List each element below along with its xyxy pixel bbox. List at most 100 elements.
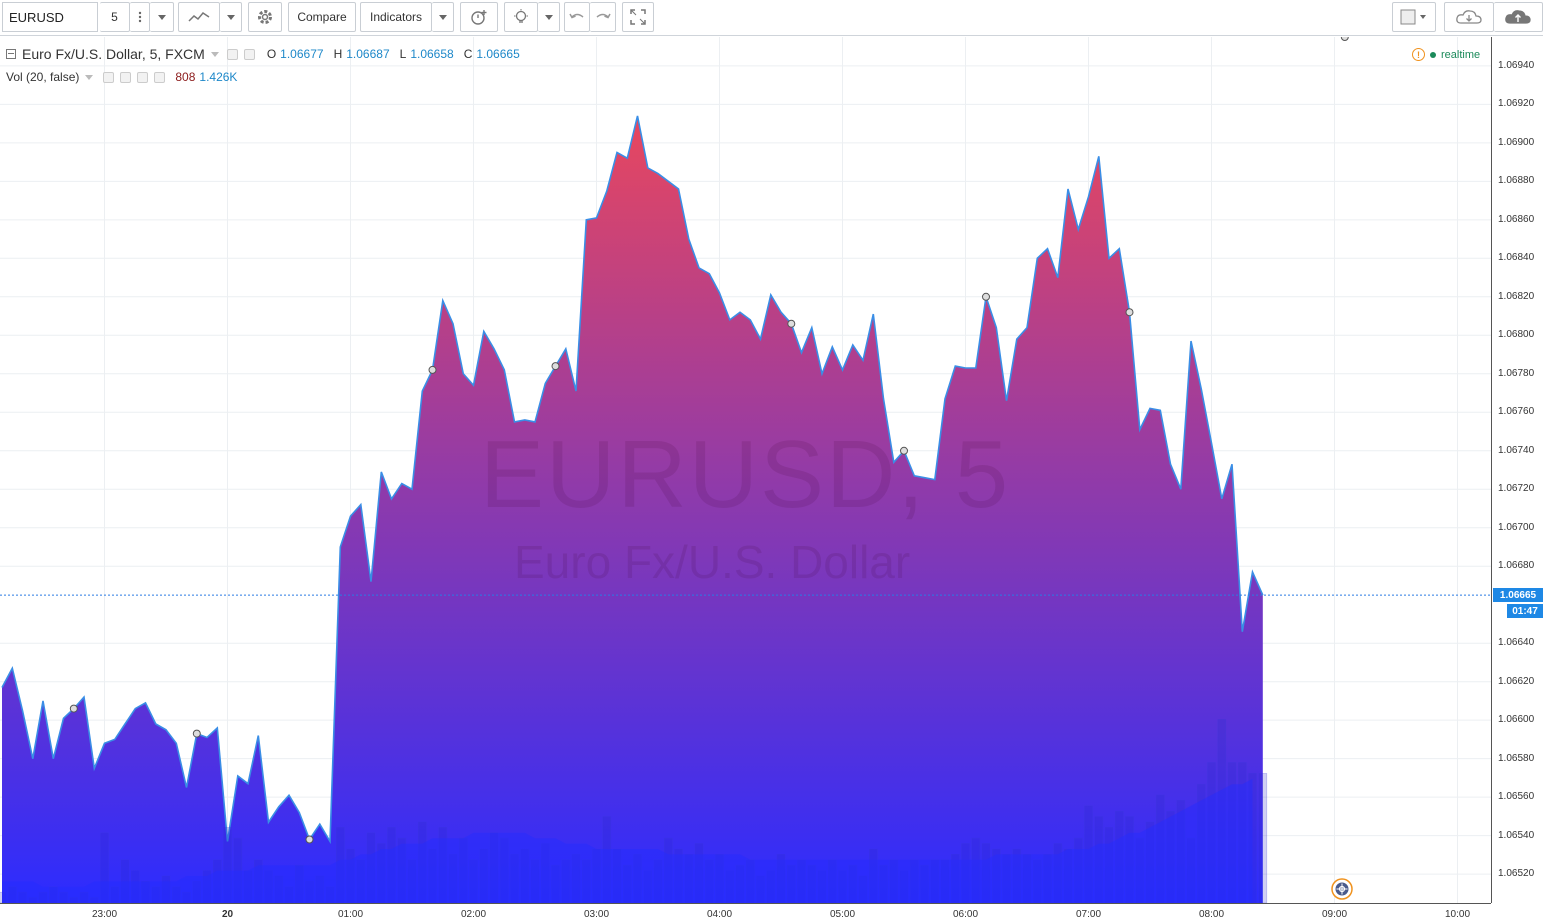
layout-button[interactable] [1392,2,1436,32]
chart-pane[interactable]: EURUSD, 5 Euro Fx/U.S. Dollar [0,37,1491,903]
description-watermark: Euro Fx/U.S. Dollar [514,536,911,588]
cloud-upload-icon [1505,10,1531,24]
price-tick-label: 1.06580 [1498,752,1535,764]
realtime-status: ! realtime [1412,48,1480,61]
volume-title[interactable]: Vol (20, false) [6,70,79,84]
interval-dropdown-button[interactable] [150,2,174,32]
more-icon[interactable] [137,71,149,83]
chart-style-button[interactable] [178,2,220,32]
price-tick-label: 1.06620 [1498,675,1535,687]
price-tick-label: 1.06940 [1498,59,1535,71]
fullscreen-icon [630,9,646,25]
close-label: C [463,47,473,61]
settings-small-icon[interactable] [120,71,132,83]
idea-icon [514,9,528,23]
price-tick-label: 1.06860 [1498,213,1535,225]
indicators-dropdown[interactable] [432,2,454,32]
time-tick-label: 04:00 [706,909,733,920]
redo-button[interactable] [590,2,616,32]
chevron-down-icon[interactable] [210,51,219,57]
event-marker[interactable] [787,319,796,328]
goto-realtime-button[interactable] [1331,878,1353,900]
time-tick-label: 01:00 [337,909,364,920]
time-tick-label: 07:00 [1075,909,1102,920]
layout-icon [1400,9,1426,25]
event-marker[interactable] [428,365,437,374]
chart-style-icon [188,12,210,22]
series-title[interactable]: Euro Fx/U.S. Dollar, 5, FXCM [22,46,205,62]
time-tick-label: 08:00 [1198,909,1225,920]
save-layout-button[interactable] [1494,2,1543,32]
price-tick-label: 1.06720 [1498,483,1535,495]
chevron-down-icon[interactable] [85,74,94,80]
event-marker[interactable] [305,835,314,844]
goto-realtime-icon [1331,878,1353,900]
warning-icon[interactable]: ! [1412,48,1425,61]
collapse-icon[interactable] [6,49,16,59]
time-scale[interactable]: 23:00 20 01:00 02:00 03:00 04:00 05:00 06:00 07:… [0,903,1491,923]
time-tick-label: 09:00 [1321,909,1348,920]
event-marker[interactable] [982,292,990,301]
time-tick-label: 03:00 [583,909,610,920]
price-tick-label: 1.06900 [1498,136,1535,148]
symbol-watermark: EURUSD, 5 [480,421,1011,528]
eye-icon[interactable] [103,71,115,83]
time-tick-label: 05:00 [829,909,856,920]
indicators-button[interactable]: Indicators [360,2,432,32]
main-series-legend[interactable]: Euro Fx/U.S. Dollar, 5, FXCM O 1.06677 H… [6,46,520,62]
price-tick-label: 1.06560 [1498,791,1535,803]
price-tick-label: 1.06780 [1498,367,1535,379]
ideas-button[interactable] [504,2,538,32]
event-marker[interactable] [1125,308,1134,317]
gear-icon [258,10,272,24]
chart-style-dropdown[interactable] [220,2,242,32]
price-tick-label: 1.06600 [1498,714,1535,726]
bar-countdown-label: 01:47 [1507,604,1543,619]
volume-legend[interactable]: Vol (20, false) 808 1.426K [6,70,237,84]
price-tick-label: 1.06520 [1498,868,1535,880]
time-tick-label: 23:00 [91,909,118,920]
volume-ma-value: 1.426K [199,70,238,84]
event-marker[interactable] [551,362,560,371]
settings-button[interactable] [248,2,282,32]
redo-icon [596,13,611,19]
compare-button[interactable]: Compare [288,2,356,32]
time-tick-label: 02:00 [460,909,487,920]
chevron-down-icon [226,14,235,20]
open-label: O [266,47,277,61]
event-marker[interactable] [69,704,78,713]
undo-button[interactable] [564,2,590,32]
price-tick-label: 1.06800 [1498,329,1535,341]
price-tick-label: 1.06880 [1498,175,1535,187]
ideas-dropdown[interactable] [538,2,560,32]
time-tick-label: 10:00 [1444,909,1471,920]
price-tick-label: 1.06540 [1498,829,1535,841]
load-layout-button[interactable] [1444,2,1494,32]
price-tick-label: 1.06740 [1498,444,1535,456]
fullscreen-button[interactable] [622,2,654,32]
price-tick-label: 1.06680 [1498,560,1535,572]
symbol-search-input[interactable] [2,2,98,32]
price-tick-label: 1.06760 [1498,406,1535,418]
last-price-label: 1.06665 [1493,588,1543,603]
interval-value: 5 [111,10,118,24]
price-scale[interactable]: 1.06940 1.06920 1.06900 1.06880 1.06860 1.068… [1491,37,1543,903]
interval-button[interactable]: 5 [100,2,130,32]
low-value: 1.06658 [410,47,454,61]
cloud-download-icon [1456,10,1482,24]
high-value: 1.06687 [346,47,390,61]
eye-icon[interactable] [226,48,238,60]
chevron-down-icon [544,14,553,20]
top-toolbar: 5 Compare Indicators [0,0,1543,36]
low-label: L [399,47,407,61]
settings-small-icon[interactable] [243,48,255,60]
interval-more-icon[interactable] [130,2,150,32]
realtime-label: realtime [1441,48,1481,61]
price-tick-label: 1.06820 [1498,290,1535,302]
event-marker[interactable] [192,729,201,738]
create-alert-button[interactable] [460,2,498,32]
event-marker[interactable] [1340,37,1349,41]
price-tick-label: 1.06700 [1498,521,1535,533]
volume-bar [1258,773,1268,903]
close-icon[interactable] [154,71,166,83]
